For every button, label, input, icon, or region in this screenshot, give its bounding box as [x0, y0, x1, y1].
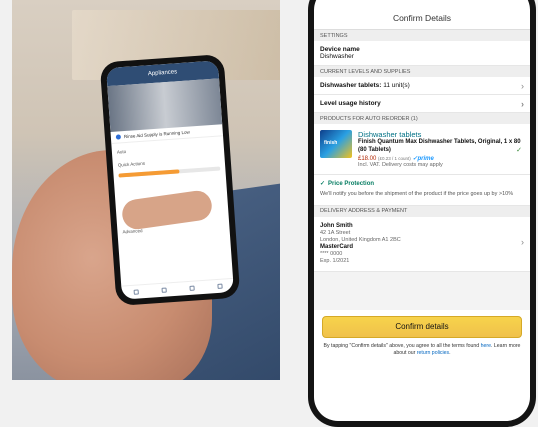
- play-tab-icon: [188, 285, 195, 291]
- auto-reorder-count: (1): [410, 115, 418, 122]
- levels-section-label: CURRENT LEVELS AND SUPPLIES: [314, 66, 530, 77]
- vat-note: Incl. VAT. Delivery costs may apply: [358, 162, 443, 168]
- handheld-phone: Appliances Rinse Aid Supply is Running L…: [99, 53, 241, 307]
- checkmark-icon: ✓: [320, 181, 326, 187]
- address-line2: London, United Kingdom A1 2BC: [320, 236, 401, 243]
- tab-bar: [121, 277, 234, 300]
- more-tab-icon: [216, 283, 223, 289]
- legal-text: By tapping "Confirm details" above, you …: [314, 338, 530, 362]
- handheld-phone-screen: Appliances Rinse Aid Supply is Running L…: [106, 60, 234, 300]
- legal-prefix: By tapping "Confirm details" above, you …: [323, 342, 480, 349]
- rinse-aid-alert-text: Rinse Aid Supply is Running Low: [123, 129, 190, 140]
- product-name: Finish Quantum Max Dishwasher Tablets, O…: [358, 139, 521, 153]
- supply-row[interactable]: Dishwasher tablets: 11 unit(s) ›: [314, 77, 530, 95]
- product-brand: finish: [324, 140, 338, 146]
- price-protection: ✓ Price Protection We'll notify you befor…: [314, 175, 530, 206]
- phone-screen: Confirm Details SETTINGS Device name Dis…: [314, 0, 530, 421]
- product-card[interactable]: finish Dishwasher tablets Finish Quantum…: [314, 124, 530, 175]
- auto-reorder-section-label: PRODUCTS FOR AUTO REORDER (1): [314, 113, 530, 124]
- product-info: Dishwasher tablets Finish Quantum Max Di…: [358, 130, 524, 168]
- checkmark-icon: ✓: [516, 147, 522, 154]
- auto-reorder-label: PRODUCTS FOR AUTO REORDER: [320, 115, 410, 122]
- root: Appliances Rinse Aid Supply is Running L…: [0, 0, 538, 427]
- return-policies-link[interactable]: return policies: [417, 350, 449, 356]
- device-name-row[interactable]: Device name Dishwasher: [314, 41, 530, 66]
- devices-tab-icon: [161, 287, 167, 293]
- alert-icon: [115, 134, 122, 140]
- chevron-right-icon: ›: [521, 98, 524, 109]
- price-protection-title: Price Protection: [328, 181, 375, 187]
- chevron-right-icon: ›: [521, 236, 524, 247]
- supply-value: 11 unit(s): [383, 82, 410, 89]
- device-name-label: Device name: [320, 46, 360, 53]
- phone-frame: Confirm Details SETTINGS Device name Dis…: [308, 0, 536, 427]
- delivery-section-label: DELIVERY ADDRESS & PAYMENT: [314, 205, 530, 217]
- dishwasher-image: [107, 78, 223, 133]
- usage-history-label: Level usage history: [320, 100, 381, 107]
- card-expiry: Exp. 1/2021: [320, 257, 350, 264]
- home-tab-icon: [133, 289, 139, 295]
- product-category: Dishwasher tablets: [358, 130, 422, 139]
- settings-section-label: SETTINGS: [314, 30, 530, 41]
- address-line1: 42 1A Street: [320, 229, 351, 236]
- card-number: **** 0000: [320, 250, 343, 257]
- price-protection-title-row: ✓ Price Protection: [320, 180, 524, 187]
- promo-photo: Appliances Rinse Aid Supply is Running L…: [12, 0, 280, 380]
- chevron-right-icon: ›: [521, 80, 524, 91]
- page-title: Confirm Details: [314, 6, 530, 30]
- address-payment-row[interactable]: John Smith 42 1A Street London, United K…: [314, 217, 530, 272]
- price-protection-text: We'll notify you before the shipment of …: [320, 191, 514, 197]
- device-name-value: Dishwasher: [320, 53, 354, 60]
- legal-end: .: [449, 349, 451, 356]
- confirm-details-button[interactable]: Confirm details: [322, 315, 522, 338]
- supply-label: Dishwasher tablets:: [320, 82, 382, 89]
- confirm-details-page: Confirm Details SETTINGS Device name Dis…: [314, 6, 530, 362]
- product-unit-price: (£0.23 / 1 count): [378, 156, 411, 161]
- address-name: John Smith: [320, 222, 353, 229]
- terms-link[interactable]: here: [481, 343, 491, 349]
- product-price-line: £18.00 (£0.23 / 1 count) ✓prime: [358, 155, 524, 162]
- spacer-area: [314, 271, 530, 310]
- product-image: finish: [320, 130, 352, 158]
- card-type: MasterCard: [320, 243, 354, 250]
- usage-history-row[interactable]: Level usage history ›: [314, 95, 530, 113]
